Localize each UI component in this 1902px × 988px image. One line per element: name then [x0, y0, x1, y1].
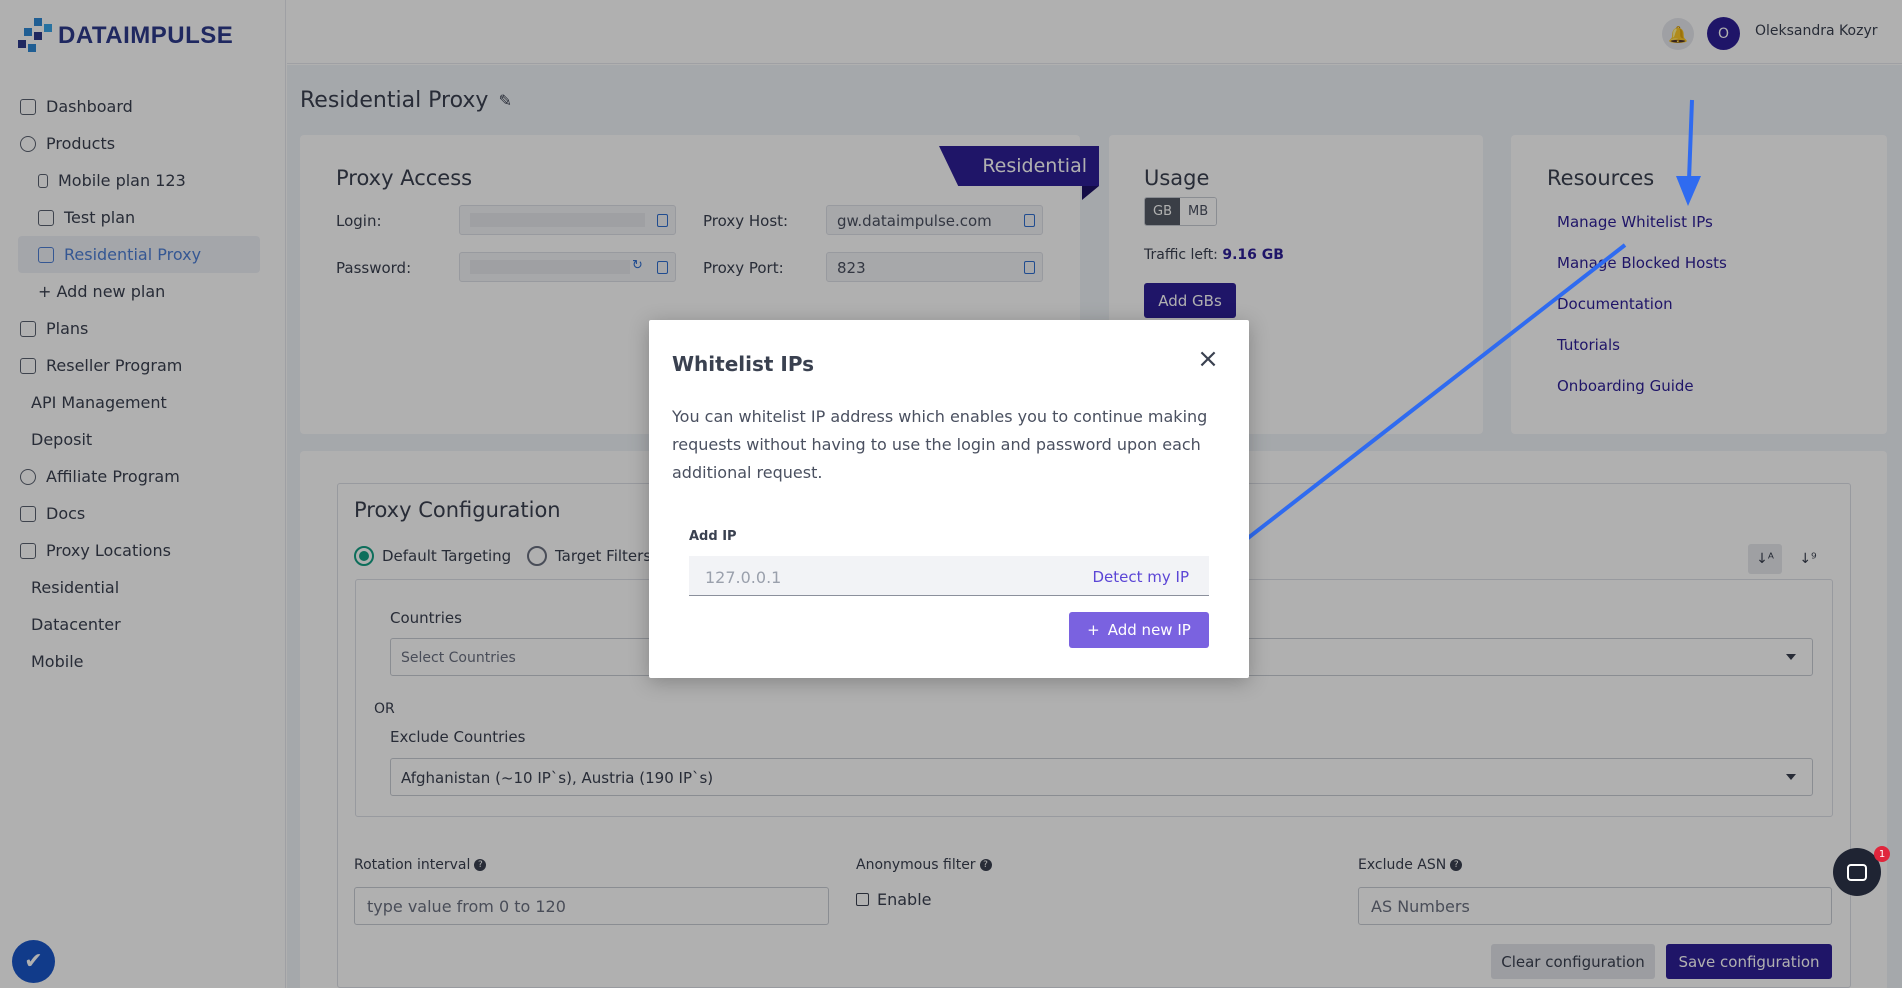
- modal-title: Whitelist IPs: [672, 352, 815, 376]
- ip-placeholder: 127.0.0.1: [705, 568, 782, 587]
- add-ip-label: Add IP: [689, 529, 737, 544]
- close-icon[interactable]: ×: [1196, 346, 1220, 372]
- detect-my-ip-link[interactable]: Detect my IP: [1092, 568, 1189, 586]
- whitelist-ips-modal: Whitelist IPs × You can whitelist IP add…: [649, 320, 1249, 678]
- add-new-ip-label: Add new IP: [1107, 621, 1191, 639]
- add-new-ip-button[interactable]: + Add new IP: [1069, 612, 1209, 648]
- chat-badge: 1: [1874, 846, 1890, 862]
- plus-icon: +: [1087, 621, 1100, 639]
- ip-input[interactable]: 127.0.0.1 Detect my IP: [689, 556, 1209, 596]
- modal-description: You can whitelist IP address which enabl…: [672, 407, 1208, 482]
- chat-icon: [1847, 863, 1867, 881]
